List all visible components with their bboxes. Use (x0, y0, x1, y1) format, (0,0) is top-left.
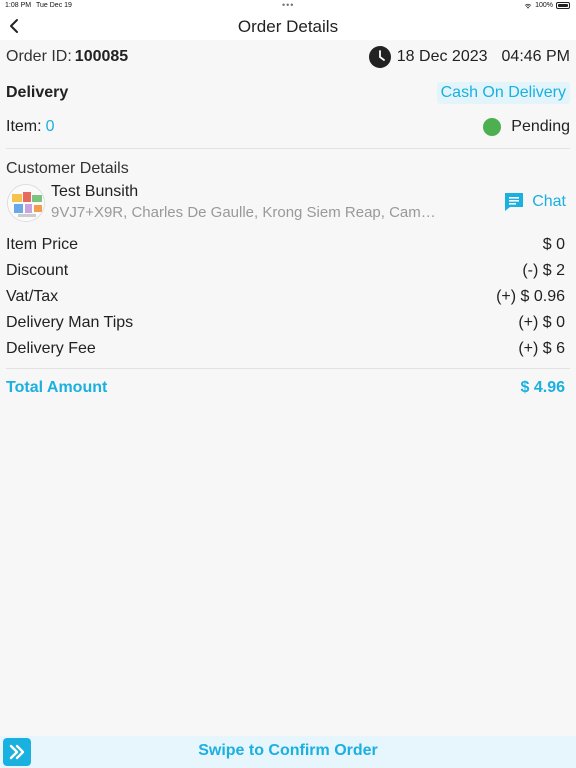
order-status: Pending (483, 118, 570, 136)
battery-icon (556, 2, 570, 9)
total-label: Total Amount (6, 379, 108, 396)
status-date: Tue Dec 19 (36, 2, 72, 9)
order-datetime: 18 Dec 2023 04:46 PM (368, 46, 570, 68)
divider (6, 368, 570, 369)
order-date: 18 Dec 2023 (396, 48, 488, 65)
order-header-row: Order ID: 100085 18 Dec 2023 04:46 PM (6, 45, 570, 69)
order-id-value: 100085 (74, 48, 129, 65)
wifi-icon (524, 3, 532, 9)
payment-method-badge: Cash On Delivery (436, 82, 570, 104)
clock-icon (368, 46, 391, 68)
status-bar: 1:08 PM Tue Dec 19 ••• 100% (0, 0, 576, 12)
price-value: (+) $ 0 (518, 314, 565, 331)
price-value: (+) $ 6 (518, 340, 565, 357)
total-amount-row: Total Amount $ 4.96 (6, 377, 565, 399)
order-id-label: Order ID: (6, 48, 72, 65)
chat-label: Chat (532, 193, 566, 210)
item-count-value: 0 (45, 118, 55, 135)
customer-address: 9VJ7+X9R, Charles De Gaulle, Krong Siem … (51, 204, 441, 221)
swipe-to-confirm-slider[interactable]: Swipe to Confirm Order (0, 736, 576, 768)
customer-section-title: Customer Details (6, 160, 129, 177)
price-label: Discount (6, 262, 69, 279)
status-dot-icon (483, 118, 502, 136)
order-type: Delivery (6, 84, 69, 101)
price-label: Delivery Man Tips (6, 314, 134, 331)
price-label: Vat/Tax (6, 288, 59, 305)
avatar (7, 184, 45, 222)
price-value: $ 0 (542, 236, 565, 253)
order-type-row: Delivery Cash On Delivery (6, 80, 570, 106)
navigation-bar: Order Details (0, 12, 576, 40)
price-value: (-) $ 2 (522, 262, 565, 279)
avatar-image (8, 185, 44, 221)
price-label: Delivery Fee (6, 340, 96, 357)
price-value: (+) $ 0.96 (496, 288, 565, 305)
battery-percent: 100% (535, 2, 553, 9)
multitasking-dots[interactable]: ••• (282, 0, 294, 10)
swipe-label: Swipe to Confirm Order (198, 742, 378, 759)
price-label: Item Price (6, 236, 79, 253)
price-row-vat-tax: Vat/Tax (+) $ 0.96 (6, 286, 565, 308)
order-id: Order ID: 100085 (6, 48, 128, 66)
status-right: 100% (524, 2, 570, 9)
item-count: Item: 0 (6, 118, 54, 136)
page-title: Order Details (237, 17, 339, 36)
customer-name: Test Bunsith (51, 183, 139, 200)
total-value: $ 4.96 (520, 379, 565, 396)
status-time: 1:08 PM (5, 2, 32, 9)
chat-icon (505, 193, 524, 211)
order-time: 04:46 PM (501, 48, 570, 65)
item-label: Item: (6, 118, 42, 135)
price-row-delivery-man-tips: Delivery Man Tips (+) $ 0 (6, 312, 565, 334)
price-row-delivery-fee: Delivery Fee (+) $ 6 (6, 338, 565, 360)
divider (6, 148, 570, 149)
price-row-discount: Discount (-) $ 2 (6, 260, 565, 282)
item-status-row: Item: 0 Pending (6, 114, 570, 140)
price-row-item-price: Item Price $ 0 (6, 234, 565, 256)
status-label: Pending (511, 118, 570, 135)
chat-button[interactable]: Chat (502, 190, 566, 214)
